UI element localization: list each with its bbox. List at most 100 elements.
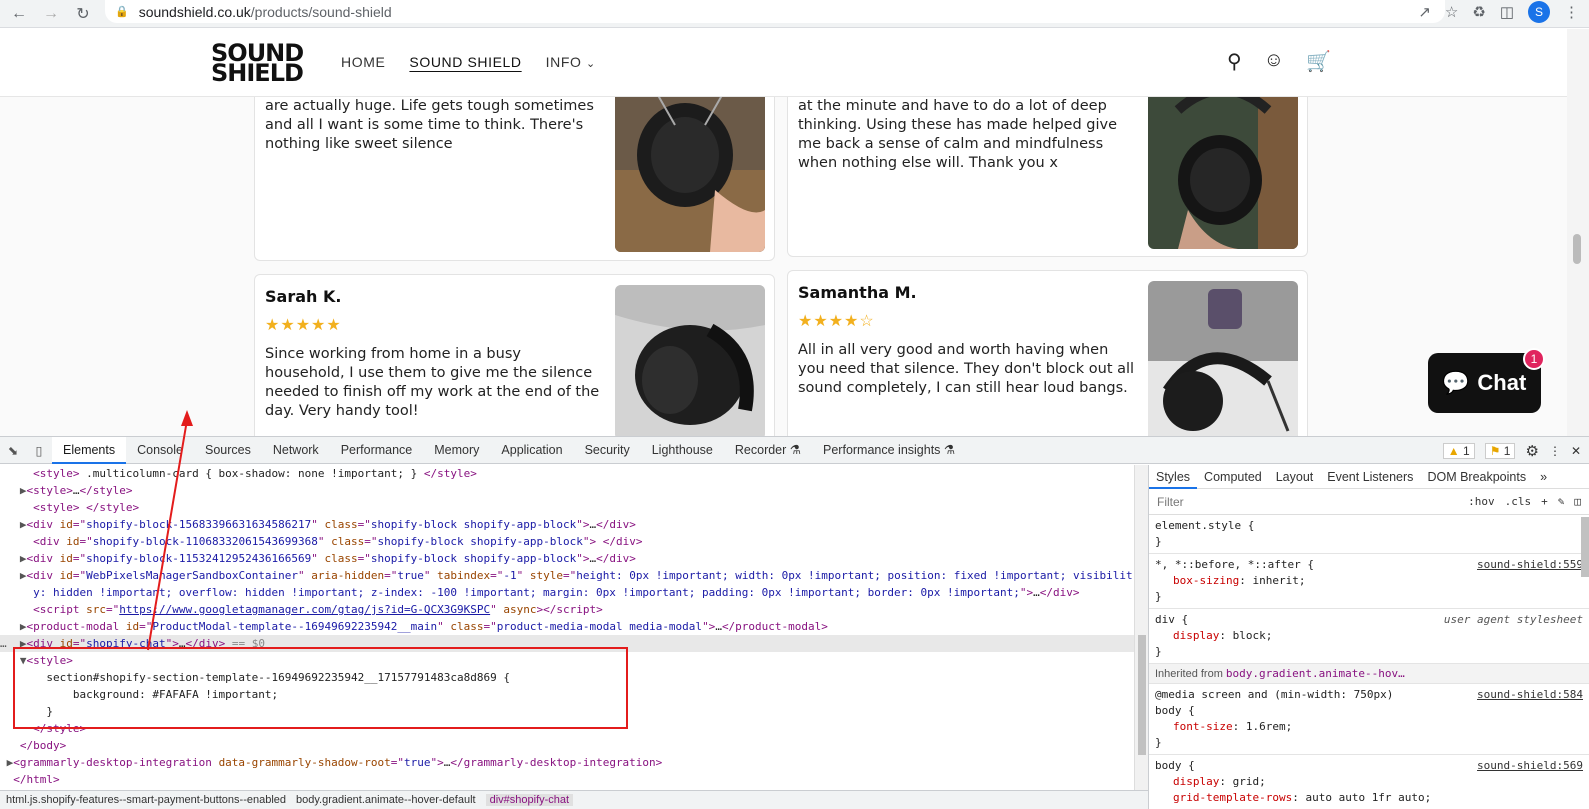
warning-icon: ▲ — [1447, 443, 1460, 458]
styles-pane: Styles Computed Layout Event Listeners D… — [1148, 465, 1589, 809]
reload-icon[interactable]: ↻ — [70, 1, 96, 27]
property-value: : grid; — [1219, 775, 1266, 788]
dom-node-line[interactable]: ▶<grammarly-desktop-integration data-gra… — [0, 754, 1134, 771]
tab-network[interactable]: Network — [262, 437, 330, 464]
rule-selector: element.style { — [1155, 519, 1255, 532]
nav-home[interactable]: HOME — [341, 54, 385, 70]
more-options-icon[interactable]: ⋮ — [1549, 444, 1561, 458]
dom-node-line[interactable]: ▶<div id="shopify-block-1153241295243616… — [0, 550, 1134, 567]
issues-counter[interactable]: ⚑ 1 — [1484, 442, 1516, 459]
review-photo — [615, 70, 765, 252]
dom-tree-scrollbar[interactable] — [1134, 465, 1148, 790]
property-value: : block; — [1219, 629, 1273, 642]
rule-selector: body { — [1155, 704, 1195, 717]
highlight-box — [13, 647, 628, 729]
share-icon[interactable]: ↗ — [1418, 3, 1431, 21]
tab-lighthouse[interactable]: Lighthouse — [641, 437, 724, 464]
reviewer-name: Sarah K. — [265, 287, 342, 306]
profile-avatar[interactable]: S — [1528, 1, 1550, 23]
hov-toggle[interactable]: :hov — [1468, 495, 1495, 508]
more-tabs-icon[interactable]: » — [1533, 465, 1554, 489]
device-toolbar-icon[interactable]: ▯ — [26, 443, 52, 458]
tab-layout[interactable]: Layout — [1269, 465, 1321, 489]
inherited-label: Inherited from — [1155, 668, 1226, 680]
rule-source-link[interactable]: sound-shield:569 — [1477, 758, 1583, 774]
tab-memory[interactable]: Memory — [423, 437, 490, 464]
dom-node-line[interactable]: y: hidden !important; overflow: hidden !… — [0, 584, 1134, 601]
site-logo[interactable]: SOUND SHIELD — [211, 41, 304, 85]
scroll-thumb[interactable] — [1573, 234, 1581, 264]
paint-brush-icon[interactable]: ✎ — [1558, 495, 1565, 508]
breadcrumb-item[interactable]: html.js.shopify-features--smart-payment-… — [6, 794, 286, 806]
extensions-icon[interactable]: ♻ — [1472, 3, 1485, 21]
bookmark-star-icon[interactable]: ☆ — [1445, 3, 1458, 21]
tab-console[interactable]: Console — [126, 437, 194, 464]
property-value: : inherit; — [1239, 574, 1306, 587]
rule-source-link[interactable]: sound-shield:584 — [1477, 687, 1583, 703]
side-panel-icon[interactable]: ◫ — [1500, 3, 1514, 21]
flask-icon: ⚗ — [943, 442, 956, 457]
cart-icon[interactable]: 🛒 — [1306, 49, 1331, 74]
tab-sources[interactable]: Sources — [194, 437, 262, 464]
search-icon[interactable]: ⚲ — [1227, 49, 1242, 74]
tab-dom-breakpoints[interactable]: DOM Breakpoints — [1420, 465, 1533, 489]
dom-tree[interactable]: <style> .multicolumn-card { box-shadow: … — [0, 465, 1134, 790]
dom-node-line[interactable]: ▶<div id="shopify-block-1568339663163458… — [0, 516, 1134, 533]
forward-icon[interactable]: → — [38, 1, 64, 27]
settings-gear-icon[interactable]: ⚙ — [1525, 442, 1538, 460]
reviewer-name: Samantha M. — [798, 283, 917, 302]
nav-sound-shield[interactable]: SOUND SHIELD — [409, 54, 521, 70]
website-viewport: SOUND SHIELD HOME SOUND SHIELD INFO ⌄ ⚲ … — [0, 29, 1589, 436]
cls-toggle[interactable]: .cls — [1505, 495, 1532, 508]
account-icon[interactable]: ☺ — [1264, 49, 1284, 74]
dom-node-line[interactable]: ▶<div id="WebPixelsManagerSandboxContain… — [0, 567, 1134, 584]
breadcrumb-item-current[interactable]: div#shopify-chat — [485, 794, 574, 806]
tab-event-listeners[interactable]: Event Listeners — [1320, 465, 1420, 489]
inspect-element-icon[interactable]: ⬊ — [0, 443, 26, 458]
devtools-tabbar: ⬊ ▯ Elements Console Sources Network Per… — [0, 436, 1589, 464]
style-rule: @media screen and (min-width: 750px) body… — [1149, 684, 1589, 755]
dom-node-line[interactable]: <div id="shopify-block-11068332061543699… — [0, 533, 1134, 550]
dom-node-line[interactable]: </html> — [0, 771, 1134, 788]
tab-elements[interactable]: Elements — [52, 436, 127, 464]
chat-notification-badge: 1 — [1523, 348, 1545, 370]
scroll-thumb[interactable] — [1138, 635, 1146, 755]
page-scrollbar[interactable] — [1567, 29, 1589, 436]
dom-node-line[interactable]: <style> </style> — [0, 499, 1134, 516]
sidebar-toggle-icon[interactable]: ◫ — [1574, 495, 1581, 508]
url-host: soundshield.co.uk — [138, 3, 251, 20]
property-value: : auto auto 1fr auto; — [1292, 791, 1432, 804]
add-rule-icon[interactable]: + — [1541, 495, 1548, 508]
review-text: Since working from home in a busy househ… — [265, 346, 600, 419]
style-rule: element.style {} — [1149, 515, 1589, 554]
back-icon[interactable]: ← — [6, 1, 32, 27]
tab-styles[interactable]: Styles — [1149, 465, 1198, 489]
dom-node-line[interactable]: </body> — [0, 737, 1134, 754]
issues-count: 1 — [1503, 443, 1511, 458]
nav-info[interactable]: INFO ⌄ — [546, 54, 596, 70]
review-text: are actually huge. Life gets tough somet… — [265, 98, 594, 152]
site-header: SOUND SHIELD HOME SOUND SHIELD INFO ⌄ ⚲ … — [0, 29, 1567, 97]
styles-scrollbar[interactable] — [1581, 517, 1589, 577]
warnings-counter[interactable]: ▲ 1 — [1442, 442, 1475, 459]
tab-performance[interactable]: Performance — [330, 437, 424, 464]
tab-application[interactable]: Application — [490, 437, 573, 464]
address-bar[interactable]: 🔒 soundshield.co.uk/products/sound-shiel… — [105, 0, 1445, 23]
dom-node-line[interactable]: <style> .multicolumn-card { box-shadow: … — [0, 465, 1134, 482]
warnings-count: 1 — [1463, 443, 1470, 458]
filter-input[interactable]: Filter — [1157, 495, 1184, 509]
rule-source-link[interactable]: sound-shield:559 — [1477, 557, 1583, 573]
tab-computed[interactable]: Computed — [1197, 465, 1269, 489]
rule-close: } — [1155, 645, 1162, 658]
tab-security[interactable]: Security — [574, 437, 641, 464]
close-icon[interactable]: ✕ — [1571, 444, 1581, 458]
dom-node-line[interactable]: ▶<product-modal id="ProductModal-templat… — [0, 618, 1134, 635]
more-menu-icon[interactable]: ⋮ — [1564, 3, 1579, 21]
chat-bubble-icon: 💬 — [1442, 370, 1470, 395]
review-card: at the minute and have to do a lot of de… — [787, 69, 1308, 257]
tab-recorder[interactable]: Recorder ⚗ — [724, 437, 812, 464]
dom-node-line[interactable]: ▶<style>…</style> — [0, 482, 1134, 499]
breadcrumb-item[interactable]: body.gradient.animate--hover-default — [296, 794, 476, 806]
dom-node-line[interactable]: <script src="https://www.googletagmanage… — [0, 601, 1134, 618]
tab-performance-insights[interactable]: Performance insights ⚗ — [812, 437, 966, 464]
